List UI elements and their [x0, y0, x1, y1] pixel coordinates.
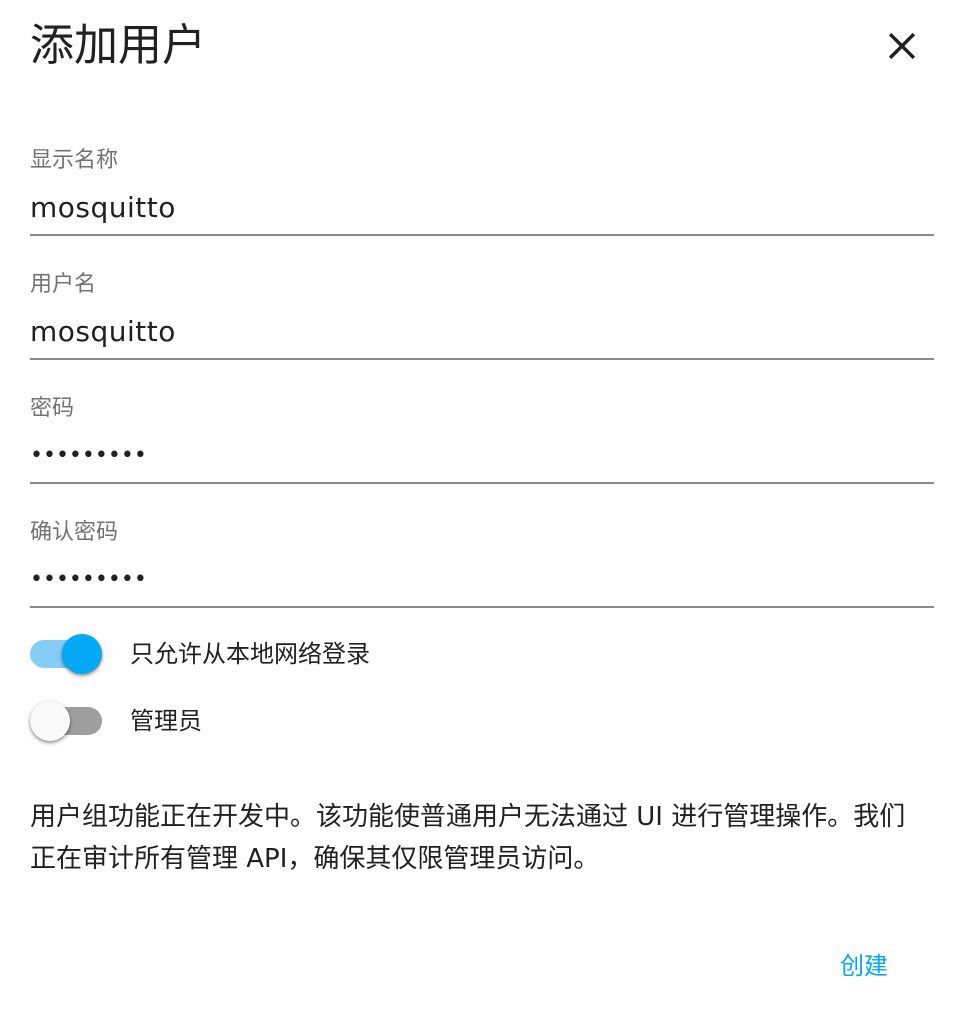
close-button[interactable] [872, 16, 932, 76]
confirm-password-label: 确认密码 [30, 520, 119, 545]
local-only-row: 只允许从本地网络登录 [30, 630, 370, 678]
display-name-field: 显示名称 [30, 146, 934, 250]
info-text: 用户组功能正在开发中。该功能使普通用户无法通过 UI 进行管理操作。我们正在审计… [30, 802, 906, 874]
local-only-label: 只允许从本地网络登录 [130, 640, 370, 668]
username-underline [30, 358, 934, 360]
admin-row: 管理员 [30, 697, 202, 745]
username-input[interactable] [30, 308, 934, 354]
display-name-input[interactable] [30, 184, 934, 230]
close-icon [888, 32, 916, 60]
password-field: 密码 [30, 394, 934, 498]
password-label: 密码 [30, 396, 75, 421]
admin-label: 管理员 [130, 707, 202, 735]
admin-switch-thumb[interactable] [30, 701, 70, 741]
confirm-password-field: 确认密码 [30, 518, 934, 622]
local-only-switch-thumb[interactable] [62, 634, 102, 674]
password-underline [30, 482, 934, 484]
create-button[interactable]: 创建 [826, 940, 902, 992]
display-name-underline [30, 234, 934, 236]
display-name-label: 显示名称 [30, 148, 119, 173]
username-field: 用户名 [30, 270, 934, 374]
local-only-switch[interactable] [30, 630, 102, 678]
confirm-password-input[interactable] [30, 556, 934, 602]
confirm-password-underline [30, 606, 934, 608]
username-label: 用户名 [30, 272, 97, 297]
dialog-title: 添加用户 [30, 20, 206, 71]
password-input[interactable] [30, 432, 934, 478]
admin-switch[interactable] [30, 697, 102, 745]
